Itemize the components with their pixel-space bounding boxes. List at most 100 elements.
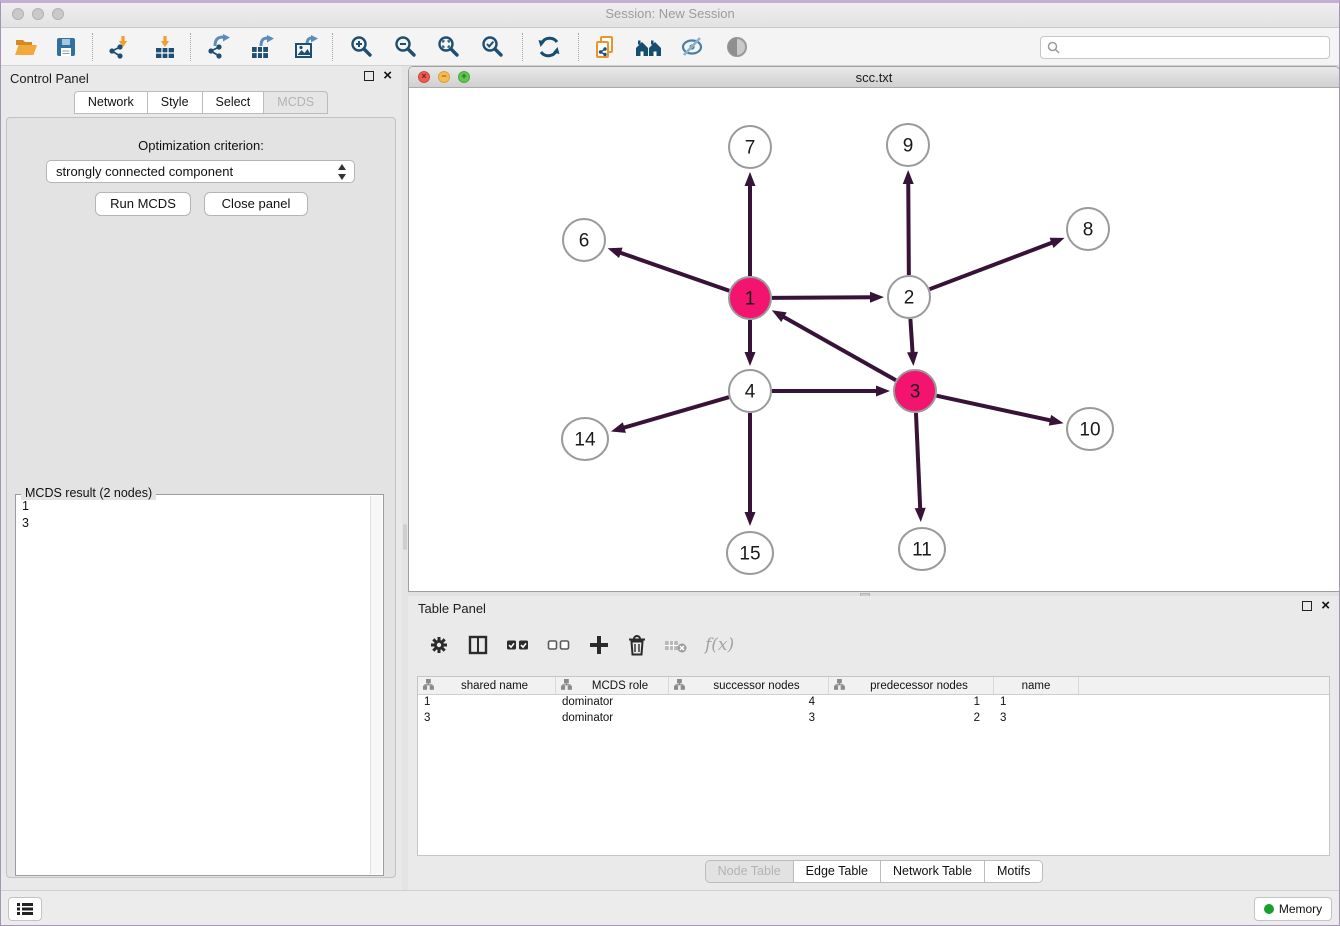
run-mcds-button[interactable]: Run MCDS — [95, 192, 191, 216]
edge-1-4[interactable] — [745, 320, 756, 366]
table-cell[interactable]: 4 — [669, 695, 829, 711]
edge-1-2[interactable] — [772, 292, 884, 303]
memory-button[interactable]: Memory — [1254, 897, 1332, 921]
network-canvas[interactable]: 7 9 6 8 1 2 4 3 14 10 15 11 — [409, 88, 1339, 591]
table-cell[interactable]: 1 — [418, 695, 556, 711]
column-header-MCDS-role[interactable]: MCDS role — [556, 677, 669, 694]
tab-mcds[interactable]: MCDS — [264, 91, 328, 114]
table-cell[interactable]: 2 — [829, 711, 994, 727]
tab-select[interactable]: Select — [203, 91, 265, 114]
column-header-name[interactable]: name — [994, 677, 1079, 694]
edge-2-3[interactable] — [907, 319, 918, 366]
table-row[interactable]: 3dominator323 — [418, 711, 1329, 727]
select-all-columns-icon[interactable] — [506, 634, 530, 656]
mcds-result-text[interactable]: 1 3 — [22, 498, 369, 872]
export-image-icon[interactable] — [288, 32, 324, 62]
zoom-in-icon[interactable] — [344, 32, 380, 62]
result-scrollbar[interactable] — [370, 496, 382, 874]
function-builder-icon[interactable]: f(x) — [705, 635, 734, 655]
table-cell[interactable]: 3 — [418, 711, 556, 727]
clone-network-icon[interactable] — [587, 32, 623, 62]
export-table-icon[interactable] — [244, 32, 280, 62]
graph-node-7[interactable]: 7 — [729, 126, 771, 168]
apply-layout-icon[interactable] — [531, 32, 567, 62]
panel-splitter-grip[interactable] — [403, 524, 407, 550]
table-cell[interactable]: 1 — [829, 695, 994, 711]
svg-text:8: 8 — [1083, 220, 1094, 241]
graph-node-10[interactable]: 10 — [1067, 408, 1113, 450]
deselect-all-columns-icon[interactable] — [547, 634, 571, 656]
task-list-icon — [17, 902, 33, 916]
table-cell[interactable]: dominator — [556, 711, 669, 727]
export-network-icon[interactable] — [200, 32, 236, 62]
column-header-predecessor-nodes[interactable]: predecessor nodes — [829, 677, 994, 694]
hide-edges-icon[interactable] — [674, 32, 710, 62]
table-row[interactable]: 1dominator411 — [418, 695, 1329, 711]
search-box[interactable] — [1040, 36, 1330, 59]
first-neighbors-icon[interactable] — [631, 32, 667, 62]
svg-text:3: 3 — [910, 382, 921, 403]
save-session-icon[interactable] — [48, 32, 84, 62]
table-cell[interactable]: 3 — [669, 711, 829, 727]
delete-column-icon[interactable] — [664, 634, 688, 656]
table-settings-icon[interactable] — [428, 634, 450, 656]
import-table-icon[interactable] — [147, 32, 183, 62]
mcds-result-box[interactable]: MCDS result (2 nodes) 1 3 — [15, 494, 384, 876]
show-graphics-details-icon[interactable] — [719, 32, 755, 62]
edge-4-3[interactable] — [772, 386, 890, 397]
table-cell[interactable]: 3 — [994, 711, 1079, 727]
zoom-fit-icon[interactable] — [431, 32, 467, 62]
edge-1-6[interactable] — [608, 248, 730, 291]
edge-3-10[interactable] — [936, 396, 1063, 426]
tab-node-table[interactable]: Node Table — [705, 860, 794, 883]
graph-node-15[interactable]: 15 — [727, 532, 773, 574]
edge-2-9[interactable] — [903, 170, 914, 275]
delete-row-icon[interactable] — [627, 634, 647, 656]
open-session-icon[interactable] — [8, 32, 44, 62]
control-panel-title: Control Panel — [10, 71, 89, 86]
zoom-out-icon[interactable] — [388, 32, 424, 62]
edge-1-7[interactable] — [745, 172, 756, 276]
add-row-icon[interactable] — [588, 634, 610, 656]
tab-network-table[interactable]: Network Table — [881, 860, 985, 883]
graph-node-3[interactable]: 3 — [894, 370, 936, 412]
column-header-shared-name[interactable]: shared name — [418, 677, 556, 694]
graph-node-14[interactable]: 14 — [562, 418, 608, 460]
column-header-successor-nodes[interactable]: successor nodes — [669, 677, 829, 694]
graph-node-11[interactable]: 11 — [899, 528, 945, 570]
table-cell[interactable]: dominator — [556, 695, 669, 711]
network-window-titlebar[interactable]: × − + scc.txt — [409, 67, 1339, 88]
graph-node-8[interactable]: 8 — [1067, 208, 1109, 250]
search-input[interactable] — [1064, 41, 1329, 55]
edge-4-15[interactable] — [745, 413, 756, 526]
network-graph[interactable]: 7 9 6 8 1 2 4 3 14 10 15 11 — [409, 88, 1339, 591]
tab-motifs[interactable]: Motifs — [985, 860, 1043, 883]
close-panel-button[interactable]: Close panel — [204, 192, 308, 216]
zoom-selected-icon[interactable] — [475, 32, 511, 62]
split-columns-icon[interactable] — [467, 634, 489, 656]
graph-node-6[interactable]: 6 — [563, 219, 605, 261]
criterion-select[interactable]: strongly connected component — [46, 160, 355, 183]
import-network-icon[interactable] — [101, 32, 137, 62]
table-close-panel-icon[interactable]: × — [1321, 601, 1330, 611]
edge-3-11[interactable] — [915, 413, 926, 522]
svg-text:15: 15 — [739, 544, 760, 565]
tab-style[interactable]: Style — [148, 91, 203, 114]
edge-2-8[interactable] — [930, 238, 1065, 289]
svg-text:11: 11 — [912, 540, 932, 561]
tab-edge-table[interactable]: Edge Table — [794, 860, 881, 883]
close-panel-icon[interactable]: × — [383, 71, 392, 81]
node-table[interactable]: shared nameMCDS rolesuccessor nodesprede… — [417, 676, 1330, 856]
tab-network[interactable]: Network — [74, 91, 148, 114]
edge-3-1[interactable] — [772, 310, 896, 380]
graph-node-9[interactable]: 9 — [887, 124, 929, 166]
svg-text:7: 7 — [745, 138, 756, 159]
task-history-button[interactable] — [8, 897, 42, 921]
float-panel-icon[interactable] — [364, 71, 374, 81]
edge-4-14[interactable] — [611, 397, 729, 433]
graph-node-2[interactable]: 2 — [888, 276, 930, 318]
table-cell[interactable]: 1 — [994, 695, 1079, 711]
graph-node-4[interactable]: 4 — [729, 370, 771, 412]
table-float-panel-icon[interactable] — [1302, 601, 1312, 611]
graph-node-1[interactable]: 1 — [729, 277, 771, 319]
